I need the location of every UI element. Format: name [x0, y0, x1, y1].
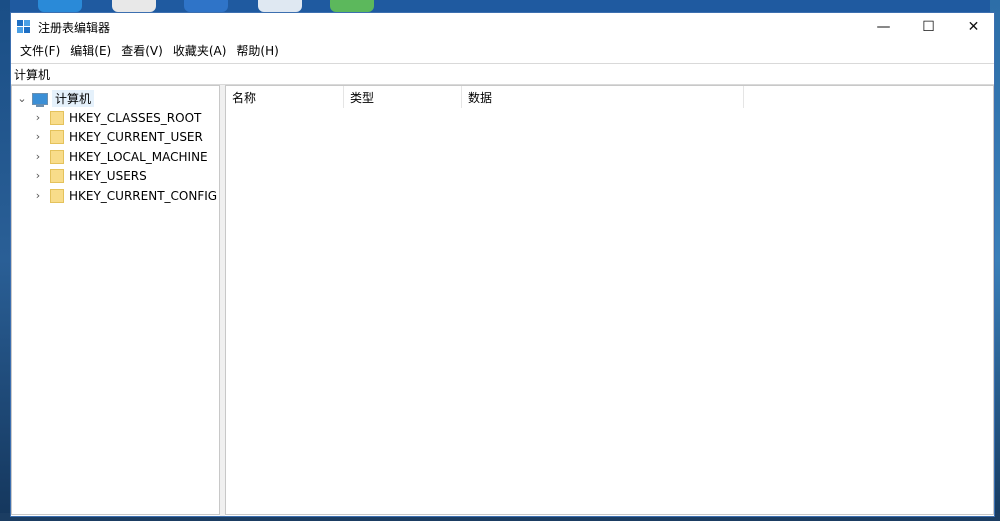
menu-favorites[interactable]: 收藏夹(A) [168, 41, 232, 61]
chevron-down-icon[interactable]: ⌄ [16, 92, 28, 105]
registry-tree: ⌄ 计算机 › HKEY_CLASSES_ROOT › HKEY_CURRENT… [11, 85, 220, 515]
folder-icon [50, 129, 64, 144]
registry-editor-window: 注册表编辑器 — ☐ ✕ 文件(F) 编辑(E) 查看(V) 收藏夹(A) 帮助… [10, 12, 995, 517]
menu-help[interactable]: 帮助(H) [231, 41, 283, 61]
registry-app-icon [17, 20, 30, 33]
column-header-data[interactable]: 数据 [462, 86, 744, 108]
desktop-shortcut-icon[interactable] [112, 0, 156, 12]
address-bar[interactable]: 计算机 [11, 63, 994, 85]
tree-item-label: HKEY_CLASSES_ROOT [69, 110, 202, 125]
desktop-shortcut-icon[interactable] [184, 0, 228, 12]
tree-item-hkey-classes-root[interactable]: › HKEY_CLASSES_ROOT [32, 108, 201, 127]
menu-bar: 文件(F) 编辑(E) 查看(V) 收藏夹(A) 帮助(H) [11, 41, 994, 61]
chevron-right-icon[interactable]: › [32, 169, 44, 182]
menu-edit[interactable]: 编辑(E) [65, 41, 116, 61]
window-title: 注册表编辑器 [38, 21, 111, 35]
column-header-type[interactable]: 类型 [344, 86, 462, 108]
tree-item-hkey-users[interactable]: › HKEY_USERS [32, 166, 147, 185]
computer-icon [32, 92, 48, 107]
chevron-right-icon[interactable]: › [32, 150, 44, 163]
desktop-shortcut-icon[interactable] [38, 0, 82, 12]
close-icon: ✕ [967, 19, 980, 35]
folder-icon [50, 110, 64, 125]
chevron-right-icon[interactable]: › [32, 111, 44, 124]
minimize-button[interactable]: — [861, 13, 906, 41]
tree-item-hkey-current-config[interactable]: › HKEY_CURRENT_CONFIG [32, 186, 217, 205]
folder-icon [50, 149, 64, 164]
tree-item-label: 计算机 [52, 90, 95, 107]
desktop-top-strip [0, 0, 1000, 12]
tree-item-label: HKEY_USERS [69, 168, 147, 183]
address-path: 计算机 [14, 67, 51, 82]
maximize-icon: ☐ [922, 19, 935, 35]
column-header-name[interactable]: 名称 [226, 86, 344, 108]
tree-item-label: HKEY_LOCAL_MACHINE [69, 149, 208, 164]
chevron-right-icon[interactable]: › [32, 189, 44, 202]
main-content: ⌄ 计算机 › HKEY_CLASSES_ROOT › HKEY_CURRENT… [11, 85, 994, 516]
tree-item-hkey-current-user[interactable]: › HKEY_CURRENT_USER [32, 127, 203, 146]
values-list: 名称 类型 数据 [225, 85, 994, 515]
tree-item-computer[interactable]: ⌄ 计算机 [16, 89, 95, 108]
folder-icon [50, 168, 64, 183]
folder-icon [50, 188, 64, 203]
desktop-shortcut-icon[interactable] [258, 0, 302, 12]
close-button[interactable]: ✕ [951, 13, 996, 41]
maximize-button[interactable]: ☐ [906, 13, 951, 41]
minimize-icon: — [876, 19, 891, 35]
tree-item-label: HKEY_CURRENT_USER [69, 129, 203, 144]
desktop-left-strip [0, 0, 10, 521]
chevron-right-icon[interactable]: › [32, 130, 44, 143]
title-bar[interactable]: 注册表编辑器 — ☐ ✕ [11, 13, 994, 41]
tree-item-hkey-local-machine[interactable]: › HKEY_LOCAL_MACHINE [32, 147, 208, 166]
menu-file[interactable]: 文件(F) [15, 41, 65, 61]
tree-item-label: HKEY_CURRENT_CONFIG [69, 188, 218, 203]
desktop-shortcut-icon[interactable] [330, 0, 374, 12]
menu-view[interactable]: 查看(V) [116, 41, 168, 61]
